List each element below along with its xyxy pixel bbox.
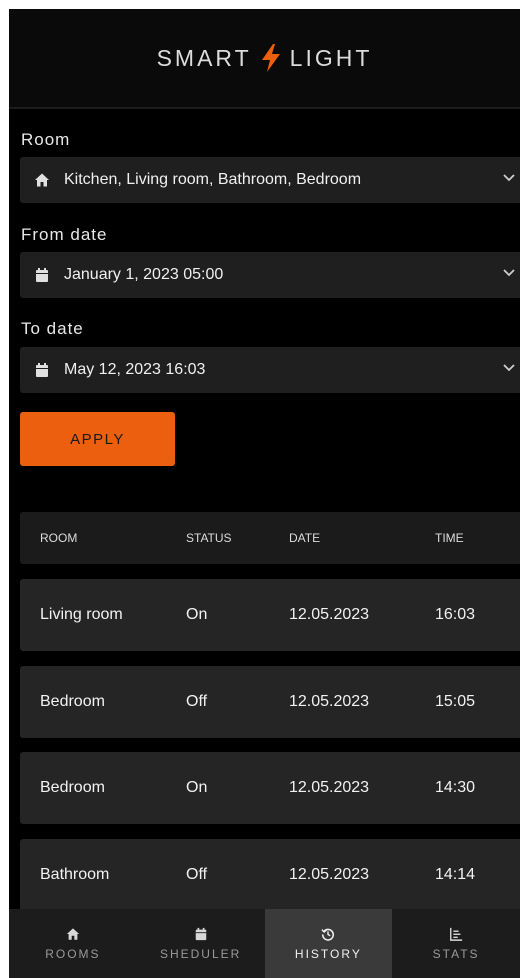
- row-date: 12.05.2023: [289, 779, 370, 796]
- home-icon: [35, 173, 49, 187]
- bar-chart-icon: [450, 927, 463, 941]
- row-date: 12.05.2023: [289, 606, 370, 623]
- calendar-icon: [195, 927, 206, 940]
- row-room: Living room: [40, 606, 123, 623]
- table-row: Bathroom Off 12.05.2023 14:14: [20, 839, 520, 911]
- to-date-value: May 12, 2023 16:03: [64, 361, 206, 378]
- row-status: On: [186, 606, 208, 623]
- row-room: Bedroom: [40, 693, 105, 710]
- row-status: On: [186, 779, 208, 796]
- header: SMART LIGHT: [9, 9, 520, 109]
- row-room: Bedroom: [40, 779, 105, 796]
- from-date-label: From date: [21, 225, 108, 244]
- row-time: 14:14: [435, 866, 476, 883]
- from-date-value: January 1, 2023 05:00: [64, 266, 224, 283]
- nav-history-label: HISTORY: [294, 946, 362, 961]
- row-time: 14:30: [435, 779, 476, 796]
- history-table-header: ROOM STATUS DATE TIME: [20, 512, 520, 564]
- row-date: 12.05.2023: [289, 693, 370, 710]
- chevron-down-icon: [503, 364, 515, 372]
- column-header-status: STATUS: [186, 531, 232, 545]
- room-select-value: Kitchen, Living room, Bathroom, Bedroom: [64, 171, 362, 188]
- bottom-navigation: ROOMS SHEDULER HISTORY STATS: [9, 909, 520, 978]
- room-label: Room: [21, 130, 71, 149]
- from-date-select[interactable]: January 1, 2023 05:00: [20, 252, 520, 298]
- chevron-down-icon: [503, 269, 515, 277]
- app-screen: SMART LIGHT Room Kitchen, Living room, B…: [9, 9, 520, 978]
- column-header-date: DATE: [289, 531, 321, 545]
- history-icon: [321, 928, 335, 941]
- row-date: 12.05.2023: [289, 866, 370, 883]
- brand-left: SMART: [156, 44, 252, 71]
- nav-stats-label: STATS: [432, 946, 480, 961]
- to-date-label: To date: [21, 319, 84, 338]
- table-row: Bedroom Off 12.05.2023 15:05: [20, 666, 520, 738]
- row-time: 15:05: [435, 693, 476, 710]
- row-room: Bathroom: [40, 866, 110, 883]
- app-logo: SMART LIGHT: [157, 43, 373, 73]
- nav-history[interactable]: HISTORY: [264, 909, 393, 978]
- lightning-bolt-icon: [261, 44, 280, 72]
- nav-sheduler-label: SHEDULER: [159, 946, 242, 961]
- brand-right: LIGHT: [289, 44, 373, 71]
- row-status: Off: [186, 693, 208, 710]
- calendar-icon: [36, 363, 48, 377]
- nav-stats[interactable]: STATS: [392, 909, 520, 978]
- column-header-room: ROOM: [40, 531, 78, 545]
- room-select[interactable]: Kitchen, Living room, Bathroom, Bedroom: [20, 157, 520, 203]
- nav-rooms[interactable]: ROOMS: [9, 909, 137, 978]
- home-icon: [66, 927, 79, 940]
- apply-button[interactable]: APPLY: [20, 412, 175, 466]
- calendar-icon: [36, 268, 48, 282]
- chevron-down-icon: [503, 174, 515, 182]
- to-date-select[interactable]: May 12, 2023 16:03: [20, 347, 520, 393]
- row-status: Off: [186, 866, 208, 883]
- nav-rooms-label: ROOMS: [45, 946, 101, 961]
- table-row: Living room On 12.05.2023 16:03: [20, 579, 520, 651]
- table-row: Bedroom On 12.05.2023 14:30: [20, 752, 520, 824]
- column-header-time: TIME: [435, 531, 464, 545]
- nav-sheduler[interactable]: SHEDULER: [137, 909, 265, 978]
- row-time: 16:03: [435, 606, 476, 623]
